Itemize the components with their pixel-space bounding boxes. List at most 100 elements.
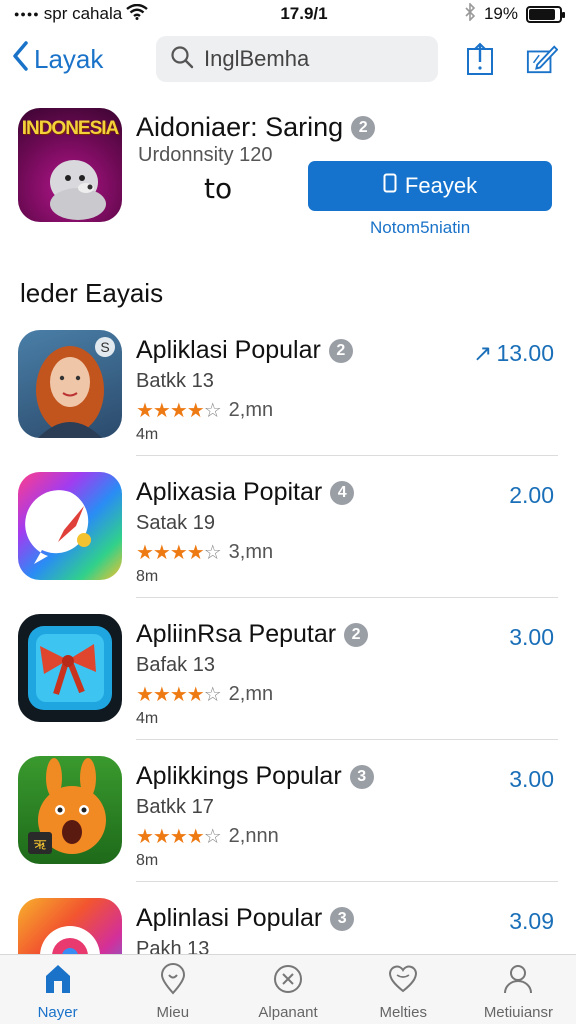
price-label: 2.00 [509, 482, 554, 508]
rating-count: 2,nnn [228, 825, 279, 847]
list-item[interactable]: Aplixasia Popitar 4 Satak 19 ★★★★☆ 3,mn … [0, 472, 576, 614]
tab-label: Nayer [37, 1004, 78, 1021]
app-icon-kangaroo[interactable]: ऋ [18, 756, 122, 864]
stars-icon: ★★★★☆ [136, 826, 222, 848]
status-time: 17.9/1 [280, 4, 328, 23]
price-button[interactable]: 3.09 [509, 908, 554, 935]
list-item[interactable]: ApliinRsa Peputar 2 Bafak 13 ★★★★☆ 2,mn … [0, 614, 576, 756]
app-name: Aplikkings Popular 3 [136, 762, 374, 791]
app-subtitle: Bafak 13 [136, 654, 215, 676]
price-button[interactable]: 2.00 [509, 482, 554, 509]
app-badge: 4 [330, 480, 355, 505]
person-icon [502, 963, 534, 1000]
divider [136, 881, 558, 882]
app-name-text: Aplinlasi Popular [136, 904, 323, 932]
list-item[interactable]: ऋ Aplikkings Popular 3 Batkk 17 ★★★★☆ 2,… [0, 756, 576, 898]
featured-link[interactable]: Notom5niatin [370, 218, 470, 238]
carrier-label: spr cahala [43, 4, 123, 23]
seal-icon [50, 160, 106, 220]
app-size: 8m [136, 852, 159, 869]
get-button-label: Feayek [404, 173, 478, 198]
featured-count: to [204, 172, 233, 205]
app-subtitle: Batkk 13 [136, 370, 214, 392]
app-size: 8m [136, 568, 159, 585]
tab-label: Melties [379, 1004, 427, 1021]
tab-alpanant[interactable]: Alpanant [230, 955, 345, 1024]
arrow-icon: ↗ [473, 340, 493, 366]
star-rating: ★★★★☆ 3,mn [136, 540, 273, 565]
nav-bar: Layak [0, 32, 576, 86]
divider [136, 597, 558, 598]
app-badge: 3 [330, 906, 355, 931]
tab-mieu[interactable]: Mieu [115, 955, 230, 1024]
featured-app: INDONESIA Aidoniaer: Saring 2 Urdonnsity… [18, 108, 558, 237]
home-icon [43, 963, 73, 1000]
price-label: 3.00 [509, 766, 554, 792]
featured-subtitle: Urdonnsity 120 [138, 144, 273, 166]
rating-count: 2,mn [228, 399, 274, 421]
search-icon [170, 45, 194, 74]
back-label: Layak [34, 43, 104, 74]
price-label: 13.00 [496, 340, 554, 366]
star-rating: ★★★★☆ 2,mn [136, 682, 273, 707]
tab-label: Mieu [156, 1004, 190, 1021]
get-button[interactable]: Feayek [308, 161, 552, 211]
app-badge: 2 [344, 622, 369, 647]
featured-title-text: Aidoniaer: Saring [136, 112, 344, 142]
back-button[interactable]: Layak [12, 41, 152, 77]
price-button[interactable]: 3.00 [509, 624, 554, 651]
status-bar: ●●●● spr cahala 17.9/1 19% [0, 0, 576, 28]
share-icon[interactable] [464, 42, 496, 76]
location-icon [158, 963, 188, 1000]
divider [136, 739, 558, 740]
search-box[interactable] [156, 36, 438, 82]
featured-badge: 2 [351, 115, 376, 140]
price-button[interactable]: ↗ 13.00 [473, 340, 554, 367]
app-icon-compass[interactable] [18, 472, 122, 580]
star-rating: ★★★★☆ 2,mn [136, 398, 273, 423]
heart-icon [387, 963, 419, 1000]
app-size: 4m [136, 710, 159, 727]
featured-title: Aidoniaer: Saring 2 [136, 112, 376, 143]
app-subtitle: Satak 19 [136, 512, 215, 534]
chevron-left-icon [12, 41, 28, 77]
battery-fill [529, 8, 555, 20]
app-name-text: Apliklasi Popular [136, 336, 321, 364]
price-label: 3.00 [509, 624, 554, 650]
list-item[interactable]: S Apliklasi Popular 2 Batkk 13 ★★★★☆ 2,m… [0, 330, 576, 472]
star-rating: ★★★★☆ 2,nnn [136, 824, 279, 849]
tab-melties[interactable]: Melties [346, 955, 461, 1024]
bluetooth-icon [464, 1, 476, 26]
device-icon [383, 173, 397, 199]
section-title: leder Eayais [20, 278, 164, 308]
svg-text:S: S [100, 339, 109, 355]
app-name: Aplixasia Popitar 4 [136, 478, 355, 507]
compose-icon[interactable] [526, 42, 558, 76]
app-subtitle: Batkk 17 [136, 796, 214, 818]
app-badge: 3 [349, 764, 374, 789]
search-input[interactable] [204, 46, 424, 72]
stars-icon: ★★★★☆ [136, 684, 222, 706]
app-name: Apliklasi Popular 2 [136, 336, 353, 365]
app-name-text: Aplixasia Popitar [136, 478, 323, 506]
app-icon-portrait[interactable]: S [18, 330, 122, 438]
battery-percent: 19% [483, 4, 518, 23]
featured-app-icon[interactable]: INDONESIA [18, 108, 122, 222]
app-list: S Apliklasi Popular 2 Batkk 13 ★★★★☆ 2,m… [0, 330, 576, 1024]
divider [136, 455, 558, 456]
app-icon-gift[interactable] [18, 614, 122, 722]
tab-nayer[interactable]: Nayer [0, 955, 115, 1024]
tab-label: Alpanant [258, 1004, 318, 1021]
tab-label: Metiuiansr [483, 1004, 554, 1021]
price-button[interactable]: 3.00 [509, 766, 554, 793]
price-label: 3.09 [509, 908, 554, 934]
app-size: 4m [136, 426, 159, 443]
signal-dots-icon: ●●●● [14, 9, 40, 19]
stars-icon: ★★★★☆ [136, 542, 222, 564]
rating-count: 3,mn [228, 541, 274, 563]
battery-icon [526, 5, 565, 23]
app-name: ApliinRsa Peputar 2 [136, 620, 369, 649]
app-name-text: ApliinRsa Peputar [136, 620, 337, 648]
app-badge: 2 [328, 338, 353, 363]
tab-metiuiansr[interactable]: Metiuiansr [461, 955, 576, 1024]
